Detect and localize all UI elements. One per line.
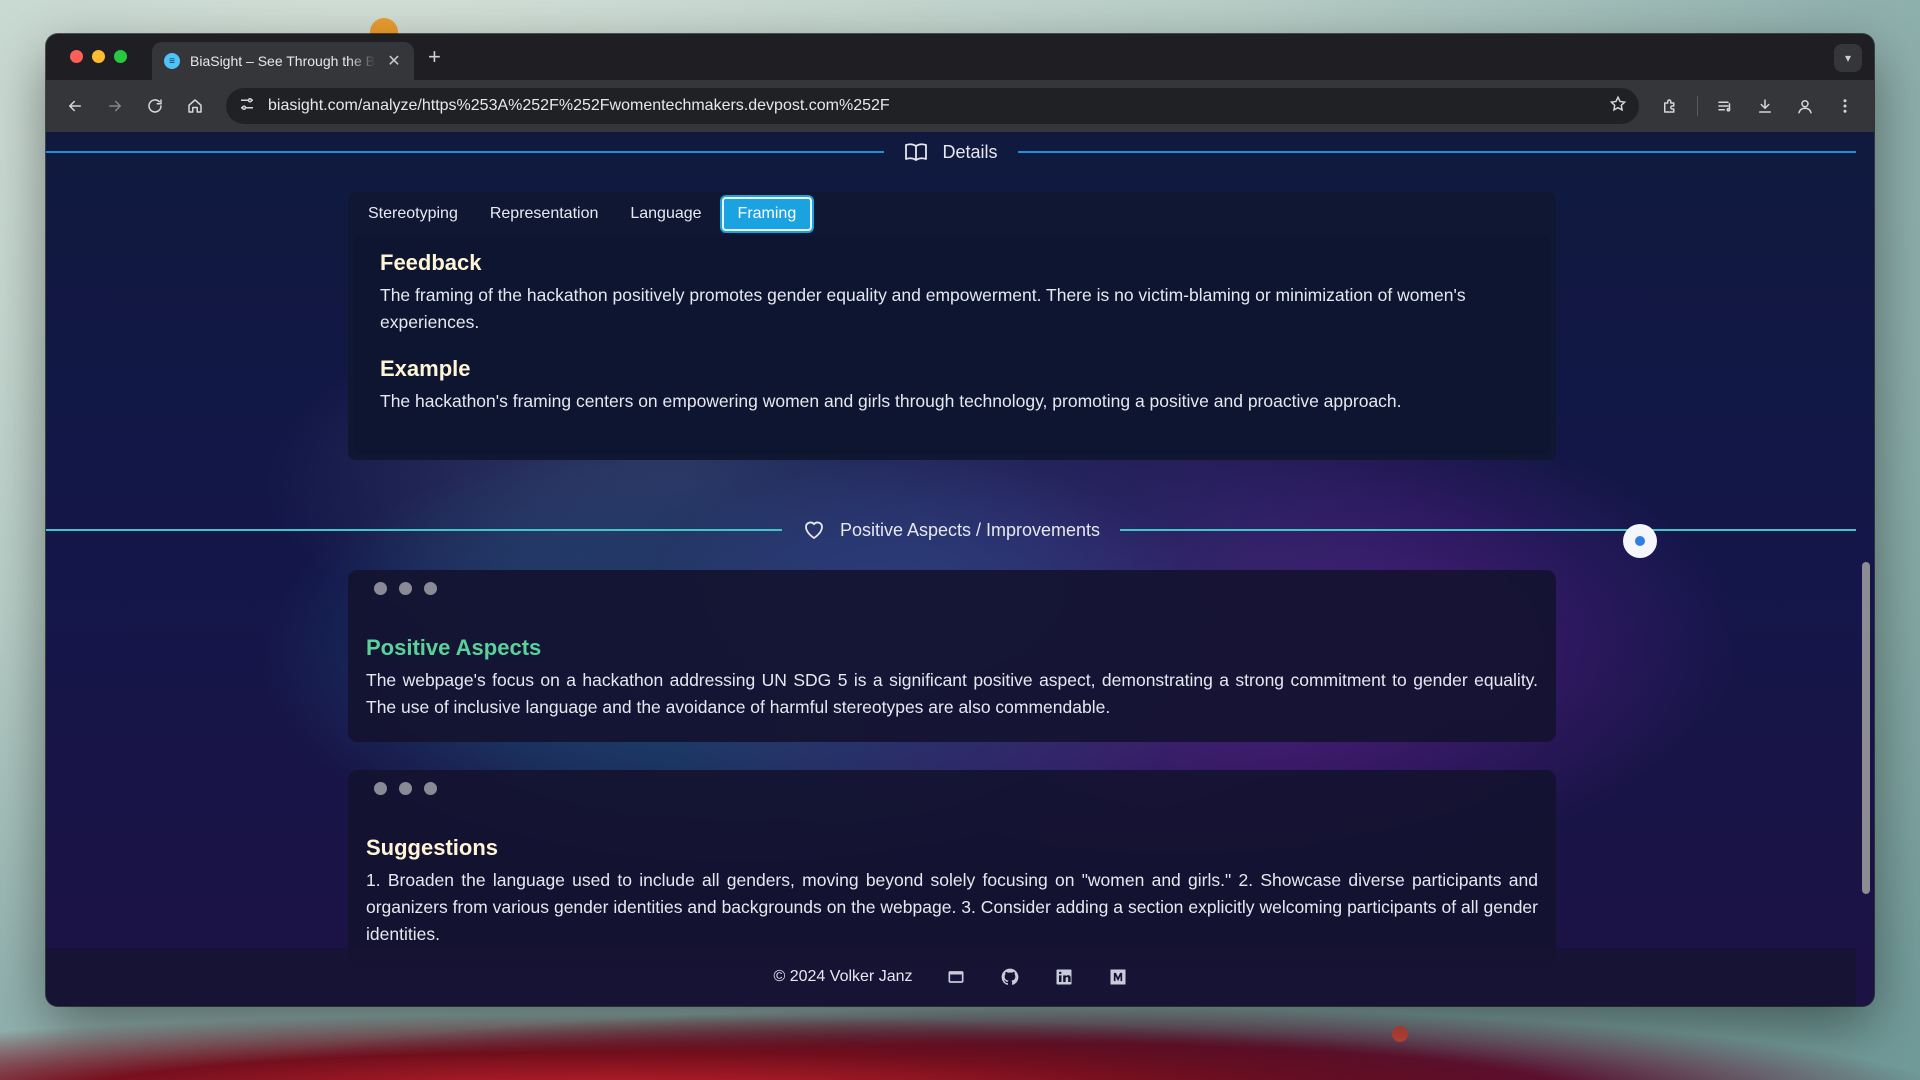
maximize-window-button[interactable] [114, 50, 127, 63]
url-text[interactable]: biasight.com/analyze/https%253A%252F%252… [268, 97, 1597, 115]
more-vertical-icon [1843, 99, 1847, 113]
tab-framing[interactable]: Framing [721, 197, 813, 231]
divider-line [1017, 151, 1856, 153]
wallpaper-dot [1392, 1026, 1408, 1042]
mouse-cursor-indicator [1623, 524, 1657, 558]
details-label: Details [942, 141, 998, 162]
media-controls-button[interactable] [1708, 89, 1742, 123]
new-tab-button[interactable]: + [428, 46, 441, 68]
back-button[interactable] [58, 89, 92, 123]
playlist-icon [1718, 101, 1731, 112]
details-tabs-card: Stereotyping Representation Language Fra… [348, 192, 1556, 460]
page-footer: © 2024 Volker Janz [46, 948, 1856, 1006]
bookmark-star-icon[interactable] [1609, 95, 1627, 118]
medium-icon[interactable] [1108, 967, 1128, 987]
book-open-icon [905, 143, 928, 161]
page-scrollbar[interactable] [1862, 562, 1870, 894]
github-icon[interactable] [1000, 967, 1020, 987]
suggestions-card: Suggestions 1. Broaden the language used… [348, 770, 1556, 968]
toolbar-separator [1697, 96, 1698, 116]
tab-representation[interactable]: Representation [478, 197, 611, 231]
tab-language[interactable]: Language [618, 197, 713, 231]
category-tabs: Stereotyping Representation Language Fra… [348, 192, 1556, 236]
tab-strip: ≡ BiaSight – See Through the Bias ✕ + ▾ [46, 34, 1874, 80]
reload-icon [148, 99, 162, 113]
card-dots [366, 782, 1538, 795]
divider-line [1120, 529, 1857, 531]
browser-menu-button[interactable] [1828, 89, 1862, 123]
tab-panel: Feedback The framing of the hackathon po… [354, 236, 1550, 454]
aspects-label: Positive Aspects / Improvements [839, 519, 1101, 540]
home-icon [188, 99, 202, 113]
example-title: Example [380, 356, 471, 381]
feedback-text: The framing of the hackathon positively … [380, 285, 1466, 332]
feedback-title: Feedback [380, 250, 482, 275]
profile-button[interactable] [1788, 89, 1822, 123]
favicon-icon: ≡ [164, 53, 180, 69]
example-text: The hackathon's framing centers on empow… [380, 391, 1402, 411]
browser-toolbar: biasight.com/analyze/https%253A%252F%252… [46, 80, 1874, 132]
tab-title: BiaSight – See Through the Bias [190, 53, 376, 69]
home-button[interactable] [178, 89, 212, 123]
positive-aspects-title: Positive Aspects [366, 635, 542, 660]
card-dots [366, 582, 1538, 595]
arrow-left-icon [69, 100, 81, 112]
details-divider: Details [46, 140, 1856, 164]
window-controls [70, 50, 127, 63]
feedback-block: Feedback The framing of the hackathon po… [380, 250, 1524, 336]
divider-line [46, 151, 885, 153]
tab-search-chevron-icon[interactable]: ▾ [1834, 44, 1862, 72]
aspects-divider: Positive Aspects / Improvements [46, 518, 1857, 542]
extensions-button[interactable] [1653, 89, 1687, 123]
page-viewport: Details Stereotyping Representation Lang… [46, 132, 1874, 1006]
suggestions-title: Suggestions [366, 835, 499, 860]
reload-button[interactable] [138, 89, 172, 123]
divider-label-group: Details [884, 140, 1017, 164]
positive-aspects-text: The webpage's focus on a hackathon addre… [366, 670, 1538, 717]
download-icon [1759, 99, 1771, 113]
divider-line [46, 529, 782, 531]
heart-icon [805, 521, 823, 539]
downloads-button[interactable] [1748, 89, 1782, 123]
copyright-text: © 2024 Volker Janz [773, 968, 913, 985]
minimize-window-button[interactable] [92, 50, 105, 63]
linkedin-icon[interactable] [1054, 967, 1074, 987]
positive-aspects-card: Positive Aspects The webpage's focus on … [348, 570, 1556, 742]
website-icon[interactable] [946, 967, 966, 987]
divider-label-group: Positive Aspects / Improvements [782, 518, 1120, 542]
address-bar[interactable]: biasight.com/analyze/https%253A%252F%252… [226, 88, 1639, 124]
site-settings-icon[interactable] [238, 95, 256, 118]
tab-stereotyping[interactable]: Stereotyping [356, 197, 470, 231]
profile-icon [1798, 100, 1812, 114]
browser-window: ≡ BiaSight – See Through the Bias ✕ + ▾ … [46, 34, 1874, 1006]
arrow-right-icon [109, 100, 121, 112]
puzzle-icon [1664, 99, 1675, 113]
forward-button[interactable] [98, 89, 132, 123]
browser-tab[interactable]: ≡ BiaSight – See Through the Bias ✕ [152, 42, 414, 80]
close-window-button[interactable] [70, 50, 83, 63]
suggestions-text: 1. Broaden the language used to include … [366, 870, 1538, 944]
close-tab-icon[interactable]: ✕ [386, 51, 402, 71]
example-block: Example The hackathon's framing centers … [380, 356, 1524, 415]
